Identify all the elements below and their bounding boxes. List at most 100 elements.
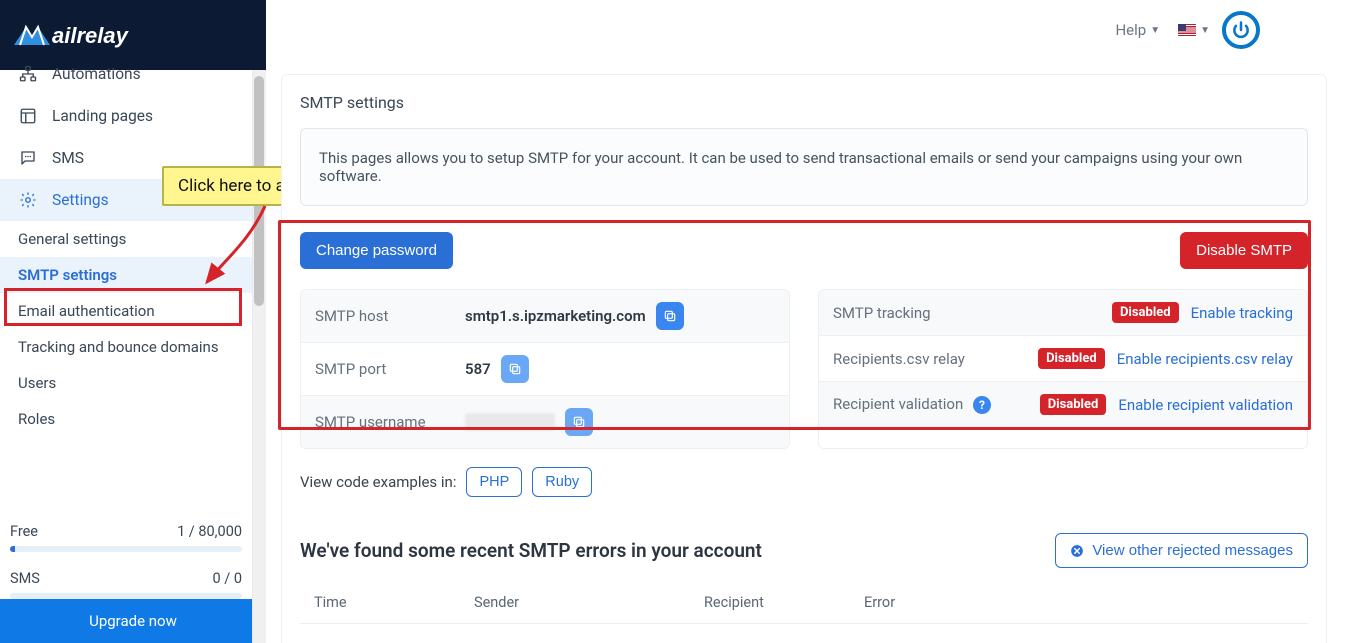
sidebar-sub-general[interactable]: General settings xyxy=(0,221,252,257)
row-smtp-username: SMTP username xyxy=(301,395,789,448)
copy-host-button[interactable] xyxy=(656,302,684,330)
enable-relay-link[interactable]: Enable recipients.csv relay xyxy=(1117,350,1293,368)
col-error: Error xyxy=(864,594,1294,611)
button-label: View other rejected messages xyxy=(1092,542,1293,559)
disable-smtp-button[interactable]: Disable SMTP xyxy=(1180,232,1308,269)
sidebar-item-label: General settings xyxy=(18,230,126,248)
label: SMTP tracking xyxy=(833,304,1023,322)
col-time: Time xyxy=(314,594,474,611)
page-title: SMTP settings xyxy=(300,93,1308,112)
gear-icon xyxy=(18,190,38,210)
sidebar-scroll-thumb[interactable] xyxy=(254,76,264,306)
info-banner: This pages allows you to setup SMTP for … xyxy=(300,128,1308,206)
copy-port-button[interactable] xyxy=(501,355,529,383)
button-label: Change password xyxy=(316,242,437,259)
main-area: SMTP settings This pages allows you to s… xyxy=(266,70,1342,643)
label: SMTP port xyxy=(315,360,465,378)
code-php-button[interactable]: PHP xyxy=(466,467,522,497)
quota-panel: Free 1 / 80,000 SMS 0 / 0 xyxy=(0,505,252,599)
status-badge: Disabled xyxy=(1112,302,1179,323)
row-smtp-port: SMTP port 587 xyxy=(301,342,789,395)
enable-tracking-link[interactable]: Enable tracking xyxy=(1191,304,1293,322)
code-ruby-button[interactable]: Ruby xyxy=(532,467,592,497)
sidebar-item-label: SMS xyxy=(52,149,84,167)
quota-sms-row: SMS 0 / 0 xyxy=(10,570,242,587)
sitemap-icon xyxy=(18,64,38,84)
sidebar-item-label: SMTP settings xyxy=(18,266,117,284)
sidebar-nav: Automations Landing pages SMS Settings ▴… xyxy=(0,70,252,437)
sidebar-item-landing[interactable]: Landing pages xyxy=(0,95,252,137)
settings-submenu: General settings SMTP settings Email aut… xyxy=(0,221,252,437)
action-row: Change password Disable SMTP xyxy=(300,232,1308,269)
quota-free-bar xyxy=(10,546,242,552)
status-badge: Disabled xyxy=(1040,394,1107,415)
errors-table-header: Time Sender Recipient Error xyxy=(300,582,1308,624)
errors-header: We've found some recent SMTP errors in y… xyxy=(300,533,1308,568)
flag-us-icon xyxy=(1178,24,1196,36)
upgrade-button[interactable]: Upgrade now xyxy=(0,599,266,643)
svg-text:ailrelay: ailrelay xyxy=(52,23,130,48)
chevron-down-icon: ▼ xyxy=(1200,25,1210,36)
topbar: ailrelay Help ▼ ▼ xyxy=(0,0,1360,70)
value: smtp1.s.ipzmarketing.com xyxy=(465,307,646,325)
code-examples-row: View code examples in: PHP Ruby xyxy=(300,467,1308,497)
smtp-credentials-table: SMTP host smtp1.s.ipzmarketing.com SMTP … xyxy=(300,289,790,449)
quota-sms-value: 0 / 0 xyxy=(213,570,242,587)
button-label: PHP xyxy=(479,474,509,490)
col-sender: Sender xyxy=(474,594,704,611)
sidebar-item-automations[interactable]: Automations xyxy=(0,64,252,95)
row-validation: Recipient validation ? Disabled Enable r… xyxy=(819,381,1307,427)
brand-logo[interactable]: ailrelay xyxy=(0,0,266,70)
sidebar-sub-emailauth[interactable]: Email authentication xyxy=(0,293,252,329)
sidebar-item-label: Automations xyxy=(52,65,141,83)
sidebar-item-sms[interactable]: SMS xyxy=(0,137,252,179)
sidebar: Automations Landing pages SMS Settings ▴… xyxy=(0,70,266,643)
code-examples-label: View code examples in: xyxy=(300,473,456,491)
label: SMTP host xyxy=(315,307,465,325)
sidebar-item-label: Email authentication xyxy=(18,302,155,320)
sidebar-sub-tracking[interactable]: Tracking and bounce domains xyxy=(0,329,252,365)
upgrade-label: Upgrade now xyxy=(89,612,177,630)
enable-validation-link[interactable]: Enable recipient validation xyxy=(1118,396,1293,414)
quota-free-row: Free 1 / 80,000 xyxy=(10,523,242,540)
sidebar-sub-roles[interactable]: Roles xyxy=(0,401,252,437)
change-password-button[interactable]: Change password xyxy=(300,232,453,269)
smtp-flags-table: SMTP tracking Disabled Enable tracking R… xyxy=(818,289,1308,449)
value-redacted xyxy=(465,413,555,431)
copy-username-button[interactable] xyxy=(565,408,593,436)
view-other-button[interactable]: View other rejected messages xyxy=(1055,533,1308,568)
button-label: Disable SMTP xyxy=(1196,242,1292,259)
label: Recipient validation ? xyxy=(833,395,1023,414)
help-icon[interactable]: ? xyxy=(973,396,991,414)
value: 587 xyxy=(465,360,491,378)
sidebar-item-settings[interactable]: Settings ▴ xyxy=(0,179,252,221)
chevron-up-icon: ▴ xyxy=(232,193,238,207)
sidebar-item-label: Landing pages xyxy=(52,107,153,125)
col-recipient: Recipient xyxy=(704,594,864,611)
errors-table: Time Sender Recipient Error xyxy=(300,582,1308,624)
row-tracking: SMTP tracking Disabled Enable tracking xyxy=(819,290,1307,335)
sidebar-item-label: Roles xyxy=(18,410,55,428)
sidebar-item-label: Tracking and bounce domains xyxy=(18,338,219,356)
quota-free-value: 1 / 80,000 xyxy=(177,523,242,540)
sidebar-sub-smtp[interactable]: SMTP settings xyxy=(0,257,252,293)
sidebar-item-label: Settings xyxy=(52,191,109,209)
chevron-down-icon: ▼ xyxy=(1150,25,1160,36)
row-smtp-host: SMTP host smtp1.s.ipzmarketing.com xyxy=(301,290,789,342)
row-relay: Recipients.csv relay Disabled Enable rec… xyxy=(819,335,1307,381)
status-badge: Disabled xyxy=(1038,348,1105,369)
sidebar-sub-users[interactable]: Users xyxy=(0,365,252,401)
sidebar-scrollbar[interactable] xyxy=(252,70,266,643)
language-menu[interactable]: ▼ xyxy=(1178,24,1210,36)
button-label: Ruby xyxy=(545,474,579,490)
quota-sms-label: SMS xyxy=(10,570,40,587)
chat-icon xyxy=(18,148,38,168)
help-label: Help xyxy=(1115,21,1146,39)
topbar-right: Help ▼ ▼ xyxy=(1109,0,1332,60)
smtp-card: SMTP settings This pages allows you to s… xyxy=(281,74,1327,643)
label: SMTP username xyxy=(315,413,465,431)
help-menu[interactable]: Help ▼ xyxy=(1109,15,1166,45)
account-power-button[interactable] xyxy=(1222,11,1260,49)
smtp-grid: SMTP host smtp1.s.ipzmarketing.com SMTP … xyxy=(300,289,1308,449)
layout-icon xyxy=(18,106,38,126)
